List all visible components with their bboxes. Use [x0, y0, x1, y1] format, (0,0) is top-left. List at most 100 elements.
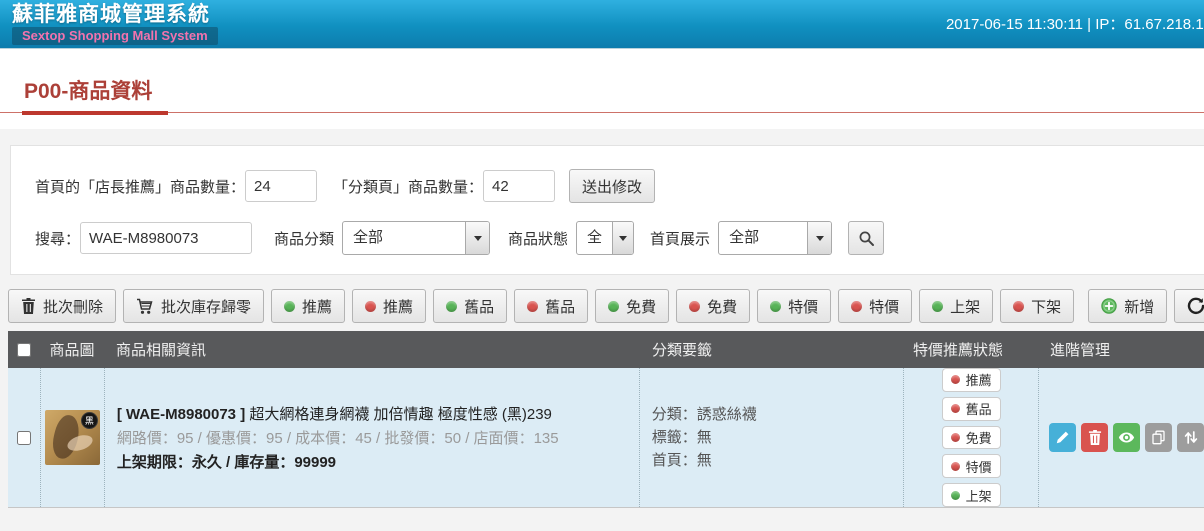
submit-changes-button[interactable]: 送出修改 — [569, 169, 655, 203]
row-actions-cell — [1038, 368, 1204, 507]
delete-button[interactable] — [1081, 423, 1108, 452]
bulk-unpublish-button[interactable]: 下架 — [1000, 289, 1074, 323]
sort-move-button[interactable] — [1177, 423, 1204, 452]
page-header: P00-商品資料 — [0, 49, 1204, 129]
bulk-button-label: 推薦 — [302, 296, 332, 317]
category-line: 分類：誘惑絲襪 — [652, 403, 904, 426]
bulk-sale-off-button[interactable]: 特價 — [838, 289, 912, 323]
edit-button[interactable] — [1049, 423, 1076, 452]
status-badge-free[interactable]: 免費 — [942, 426, 1001, 450]
row-info-cell: [ WAE-M8980073 ] 超大網格連身網襪 加倍情趣 極度性感 (黑)2… — [104, 368, 639, 507]
filter-panel: 首頁的「店長推薦」商品數量： 「分類頁」商品數量： 送出修改 搜尋： 商品分類 … — [10, 145, 1204, 275]
copy-button[interactable] — [1145, 423, 1172, 452]
product-price-line: 網路價：95 / 優惠價：95 / 成本價：45 / 批發價：50 / 店面價：… — [117, 427, 639, 448]
red-dot-icon — [951, 433, 960, 442]
green-dot-icon — [770, 301, 781, 312]
home-display-filter-label: 首頁展示 — [650, 228, 710, 249]
category-filter-select[interactable]: 全部 — [342, 221, 490, 255]
batch-stock-zero-button[interactable]: 批次庫存歸零 — [123, 289, 264, 323]
green-dot-icon — [951, 491, 960, 500]
bulk-old-off-button[interactable]: 舊品 — [514, 289, 588, 323]
header-product-image: 商品圖 — [40, 339, 104, 360]
status-badge-recommend[interactable]: 推薦 — [942, 368, 1001, 392]
product-name: 超大網格連身網襪 加倍情趣 極度性感 (黑)239 — [249, 406, 552, 423]
status-badge-label: 免費 — [966, 428, 992, 447]
category-filter-value: 全部 — [343, 222, 465, 254]
plus-circle-icon — [1101, 298, 1117, 314]
view-button[interactable] — [1113, 423, 1140, 452]
batch-delete-button[interactable]: 批次刪除 — [8, 289, 116, 323]
copy-icon — [1151, 430, 1166, 445]
table-row: 黑 [ WAE-M8980073 ] 超大網格連身網襪 加倍情趣 極度性感 (黑… — [8, 368, 1204, 508]
status-filter-select[interactable]: 全部 — [576, 221, 634, 255]
green-dot-icon — [608, 301, 619, 312]
row-checkbox[interactable] — [17, 431, 31, 445]
session-info: 2017-06-15 11:30:11 | IP：61.67.218.16 — [946, 13, 1204, 34]
bulk-actions-toolbar: 批次刪除 批次庫存歸零 推薦 推薦 舊品 — [8, 289, 1204, 323]
color-badge: 黑 — [81, 412, 98, 429]
pencil-icon — [1055, 430, 1070, 445]
bulk-button-label: 特價 — [788, 296, 818, 317]
bulk-free-off-button[interactable]: 免費 — [676, 289, 750, 323]
category-page-count-input[interactable] — [483, 170, 555, 202]
search-button[interactable] — [848, 221, 884, 255]
red-dot-icon — [951, 462, 960, 471]
select-all-checkbox[interactable] — [17, 343, 31, 357]
header-sale-recommend-status: 特價推薦狀態 — [905, 339, 1040, 360]
status-badge-sale[interactable]: 特價 — [942, 454, 1001, 478]
bulk-button-label: 特價 — [869, 296, 899, 317]
product-stock-line: 上架期限：永久 / 庫存量：99999 — [117, 451, 639, 472]
red-dot-icon — [365, 301, 376, 312]
header-advanced-management: 進階管理 — [1040, 339, 1204, 360]
brand: 蘇菲雅商城管理系統 Sextop Shopping Mall System — [12, 2, 218, 45]
bulk-button-label: 舊品 — [545, 296, 575, 317]
bulk-button-label: 免費 — [707, 296, 737, 317]
search-input[interactable] — [80, 222, 252, 254]
bulk-free-on-button[interactable]: 免費 — [595, 289, 669, 323]
red-dot-icon — [951, 404, 960, 413]
batch-delete-label: 批次刪除 — [43, 296, 103, 317]
green-dot-icon — [446, 301, 457, 312]
bulk-button-label: 上架 — [950, 296, 980, 317]
bulk-button-label: 推薦 — [383, 296, 413, 317]
refresh-button[interactable] — [1174, 289, 1204, 323]
row-select-cell — [8, 368, 40, 507]
trash-icon — [1088, 430, 1102, 445]
recommend-count-label: 首頁的「店長推薦」商品數量： — [35, 176, 245, 197]
product-thumbnail[interactable]: 黑 — [45, 410, 100, 465]
product-code: [ WAE-M8980073 ] — [117, 406, 245, 423]
status-badge-published[interactable]: 上架 — [942, 483, 1001, 507]
status-badge-label: 推薦 — [966, 370, 992, 389]
category-page-count-label: 「分類頁」商品數量： — [333, 176, 483, 197]
bulk-recommend-on-button[interactable]: 推薦 — [271, 289, 345, 323]
search-icon — [858, 230, 875, 247]
chevron-down-icon — [807, 222, 831, 254]
status-badge-old[interactable]: 舊品 — [942, 397, 1001, 421]
bulk-old-on-button[interactable]: 舊品 — [433, 289, 507, 323]
chevron-down-icon — [612, 222, 633, 254]
app-header: 蘇菲雅商城管理系統 Sextop Shopping Mall System 20… — [0, 0, 1204, 49]
status-badge-label: 特價 — [966, 457, 992, 476]
header-product-info: 商品相關資訊 — [104, 339, 640, 360]
red-dot-icon — [951, 375, 960, 384]
app-title: 蘇菲雅商城管理系統 — [12, 2, 218, 27]
red-dot-icon — [689, 301, 700, 312]
recommend-count-input[interactable] — [245, 170, 317, 202]
bulk-button-label: 免費 — [626, 296, 656, 317]
add-product-label: 新增 — [1124, 296, 1154, 317]
green-dot-icon — [284, 301, 295, 312]
home-display-filter-select[interactable]: 全部 — [718, 221, 832, 255]
batch-stock-zero-label: 批次庫存歸零 — [161, 296, 251, 317]
search-row: 搜尋： 商品分類 全部 商品狀態 全部 首頁展示 全部 — [35, 220, 1204, 256]
bulk-recommend-off-button[interactable]: 推薦 — [352, 289, 426, 323]
eye-icon — [1118, 430, 1135, 445]
bulk-publish-button[interactable]: 上架 — [919, 289, 993, 323]
bulk-sale-on-button[interactable]: 特價 — [757, 289, 831, 323]
row-category-cell: 分類：誘惑絲襪 標籤：無 首頁：無 — [639, 368, 904, 507]
bulk-button-label: 下架 — [1031, 296, 1061, 317]
header-select-all-cell — [8, 343, 40, 357]
header-category-tags: 分類要籤 — [640, 339, 905, 360]
green-dot-icon — [932, 301, 943, 312]
add-product-button[interactable]: 新增 — [1088, 289, 1167, 323]
search-label: 搜尋： — [35, 228, 80, 249]
